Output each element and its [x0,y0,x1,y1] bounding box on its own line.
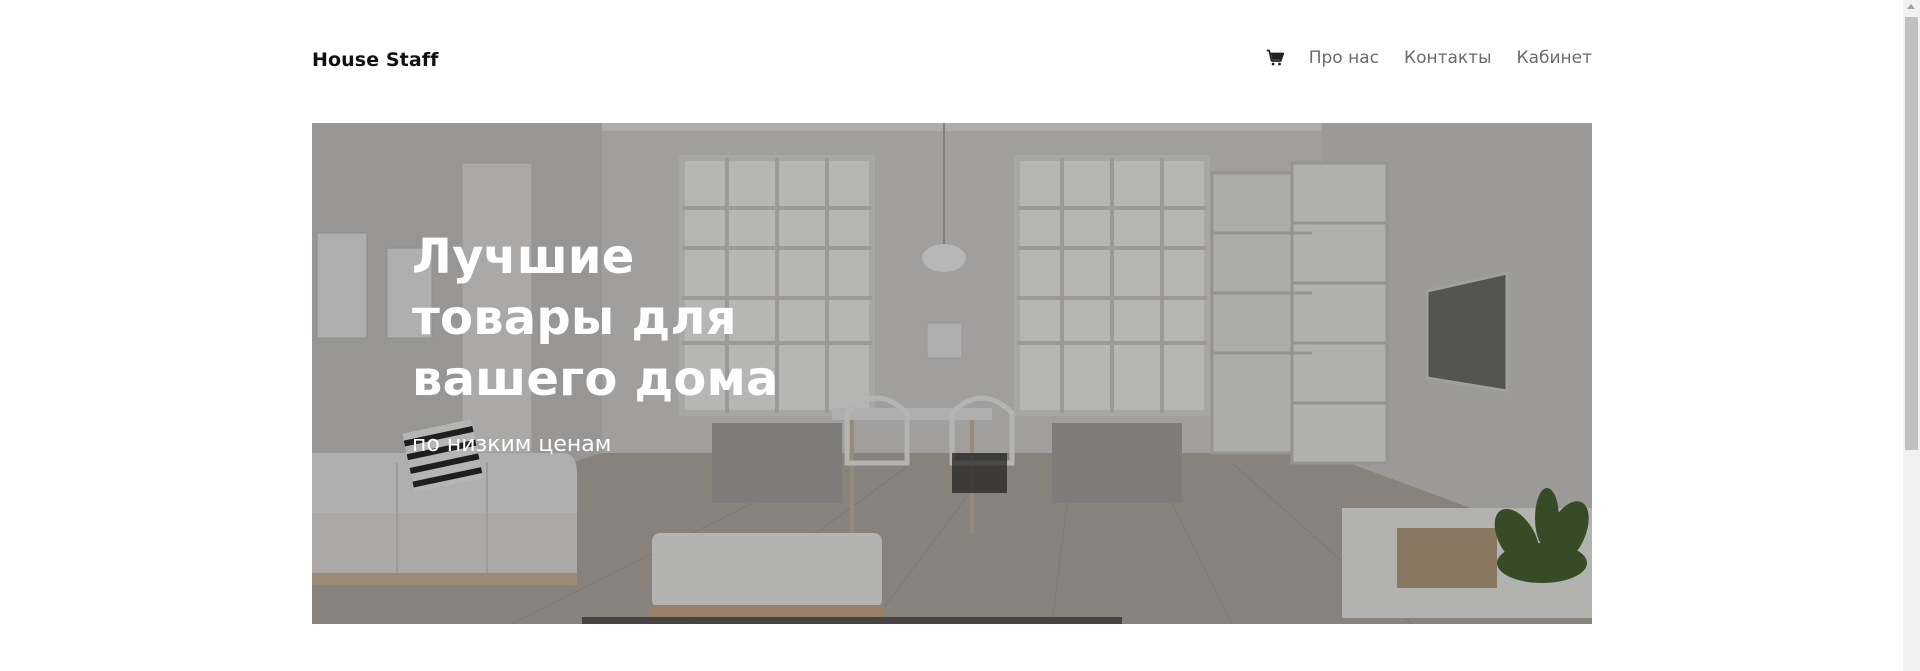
nav-link-contacts[interactable]: Контакты [1404,48,1492,68]
scroll-up-icon[interactable] [1907,4,1915,9]
nav-link-about[interactable]: Про нас [1309,48,1379,68]
nav-link-cabinet[interactable]: Кабинет [1517,48,1593,68]
main-nav: Про нас Контакты Кабинет [1266,48,1592,68]
hero-subtitle: по низким ценам [412,432,612,457]
scrollbar-thumb[interactable] [1905,17,1918,450]
brand-logo[interactable]: House Staff [312,49,439,71]
page-scrollbar[interactable] [1903,0,1920,671]
hero-banner: Лучшие товары для вашего дома по низким … [312,123,1592,624]
hero-text-block: Лучшие товары для вашего дома по низким … [412,227,812,457]
page-container: House Staff Про нас Контакты Кабинет Луч… [312,0,1592,624]
cart-icon[interactable] [1266,49,1284,67]
hero-title: Лучшие товары для вашего дома [412,229,779,407]
top-navbar: House Staff Про нас Контакты Кабинет [312,0,1592,123]
